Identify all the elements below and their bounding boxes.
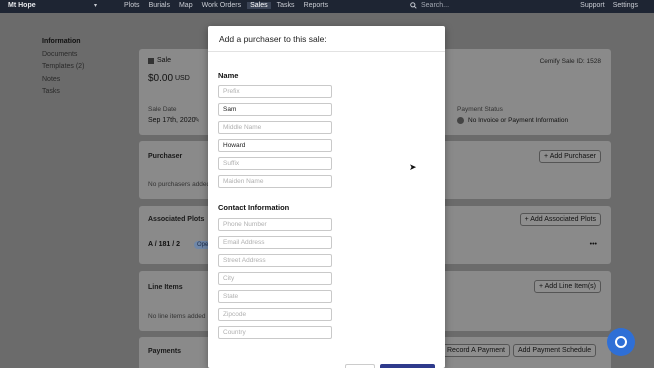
top-right-links: Support Settings xyxy=(580,2,638,9)
nav-reports[interactable]: Reports xyxy=(304,2,329,9)
modal-divider xyxy=(208,51,445,52)
name-section-heading: Name xyxy=(218,71,239,80)
add-line-items-button[interactable]: + Add Line Item(s) xyxy=(533,280,601,293)
sale-date-label: Sale Date xyxy=(148,106,177,113)
nav-links: Plots Burials Map Work Orders Sales Task… xyxy=(124,2,337,9)
sidenav-templates[interactable]: Templates (2) xyxy=(42,61,84,74)
nav-support[interactable]: Support xyxy=(580,2,605,9)
sale-currency: USD xyxy=(175,75,190,82)
sale-amount: $0.00 xyxy=(148,73,174,84)
prefix-field[interactable] xyxy=(218,85,332,98)
sale-date: Sep 17th, 2020 xyxy=(148,117,196,124)
line-items-empty-text: No line items added xyxy=(148,313,206,320)
side-nav: Information Documents Templates (2) Note… xyxy=(42,36,84,99)
city-field[interactable] xyxy=(218,272,332,285)
record-payment-button[interactable]: Record A Payment xyxy=(442,344,510,357)
nav-sales[interactable]: Sales xyxy=(247,2,271,9)
phone-number-field[interactable] xyxy=(218,218,332,231)
nav-plots[interactable]: Plots xyxy=(124,2,140,9)
add-purchaser-modal: Add a purchaser to this sale: Name Conta… xyxy=(208,26,445,368)
suffix-field[interactable] xyxy=(218,157,332,170)
brand-name[interactable]: Mt Hope xyxy=(8,2,36,9)
first-name-field[interactable] xyxy=(218,103,332,116)
line-items-title: Line Items xyxy=(148,284,183,291)
zipcode-field[interactable] xyxy=(218,308,332,321)
email-address-field[interactable] xyxy=(218,236,332,249)
last-name-field[interactable] xyxy=(218,139,332,152)
add-purchaser-button[interactable]: + Add Purchaser xyxy=(539,150,601,163)
nav-settings[interactable]: Settings xyxy=(613,2,638,9)
plot-more-menu[interactable]: ••• xyxy=(590,241,597,248)
sidenav-documents[interactable]: Documents xyxy=(42,49,84,62)
chat-bubble-shape xyxy=(615,336,627,348)
add-payment-schedule-button[interactable]: Add Payment Schedule xyxy=(513,344,597,357)
nav-burials[interactable]: Burials xyxy=(149,2,170,9)
sale-label: Sale xyxy=(157,57,172,64)
top-navbar: Mt Hope ▾ Plots Burials Map Work Orders … xyxy=(0,0,654,13)
payment-status: No Invoice or Payment Information xyxy=(468,117,569,124)
purchaser-empty-text: No purchasers added xyxy=(148,181,211,188)
sidenav-notes[interactable]: Notes xyxy=(42,74,84,87)
nav-tasks[interactable]: Tasks xyxy=(277,2,295,9)
sale-id: Cemify Sale ID: 1528 xyxy=(539,58,601,65)
associated-plots-title: Associated Plots xyxy=(148,216,205,223)
search-placeholder: Search... xyxy=(421,2,450,9)
mouse-cursor-icon: ➤ xyxy=(409,162,417,172)
sidenav-tasks[interactable]: Tasks xyxy=(42,86,84,99)
middle-name-field[interactable] xyxy=(218,121,332,134)
nav-work-orders[interactable]: Work Orders xyxy=(202,2,242,9)
purchaser-title: Purchaser xyxy=(148,153,183,160)
maiden-name-field[interactable] xyxy=(218,175,332,188)
state-field[interactable] xyxy=(218,290,332,303)
modal-title: Add a purchaser to this sale: xyxy=(219,34,327,44)
contact-section-heading: Contact Information xyxy=(218,203,290,212)
global-search[interactable]: Search... xyxy=(410,2,449,9)
save-button[interactable] xyxy=(380,364,435,368)
payment-status-label: Payment Status xyxy=(457,106,503,113)
add-associated-plots-button[interactable]: + Add Associated Plots xyxy=(519,213,601,226)
payment-status-icon xyxy=(457,117,464,124)
chat-icon[interactable] xyxy=(607,328,635,356)
sidenav-information[interactable]: Information xyxy=(42,36,84,49)
search-icon xyxy=(410,2,417,9)
street-address-field[interactable] xyxy=(218,254,332,267)
country-field[interactable] xyxy=(218,326,332,339)
payments-title: Payments xyxy=(148,348,182,355)
plot-row[interactable]: A / 181 / 2 xyxy=(148,241,180,248)
pencil-icon[interactable]: ✎ xyxy=(194,116,200,124)
sale-icon xyxy=(148,58,154,64)
cancel-button[interactable] xyxy=(345,364,375,368)
chevron-down-icon[interactable]: ▾ xyxy=(94,2,97,9)
nav-map[interactable]: Map xyxy=(179,2,193,9)
